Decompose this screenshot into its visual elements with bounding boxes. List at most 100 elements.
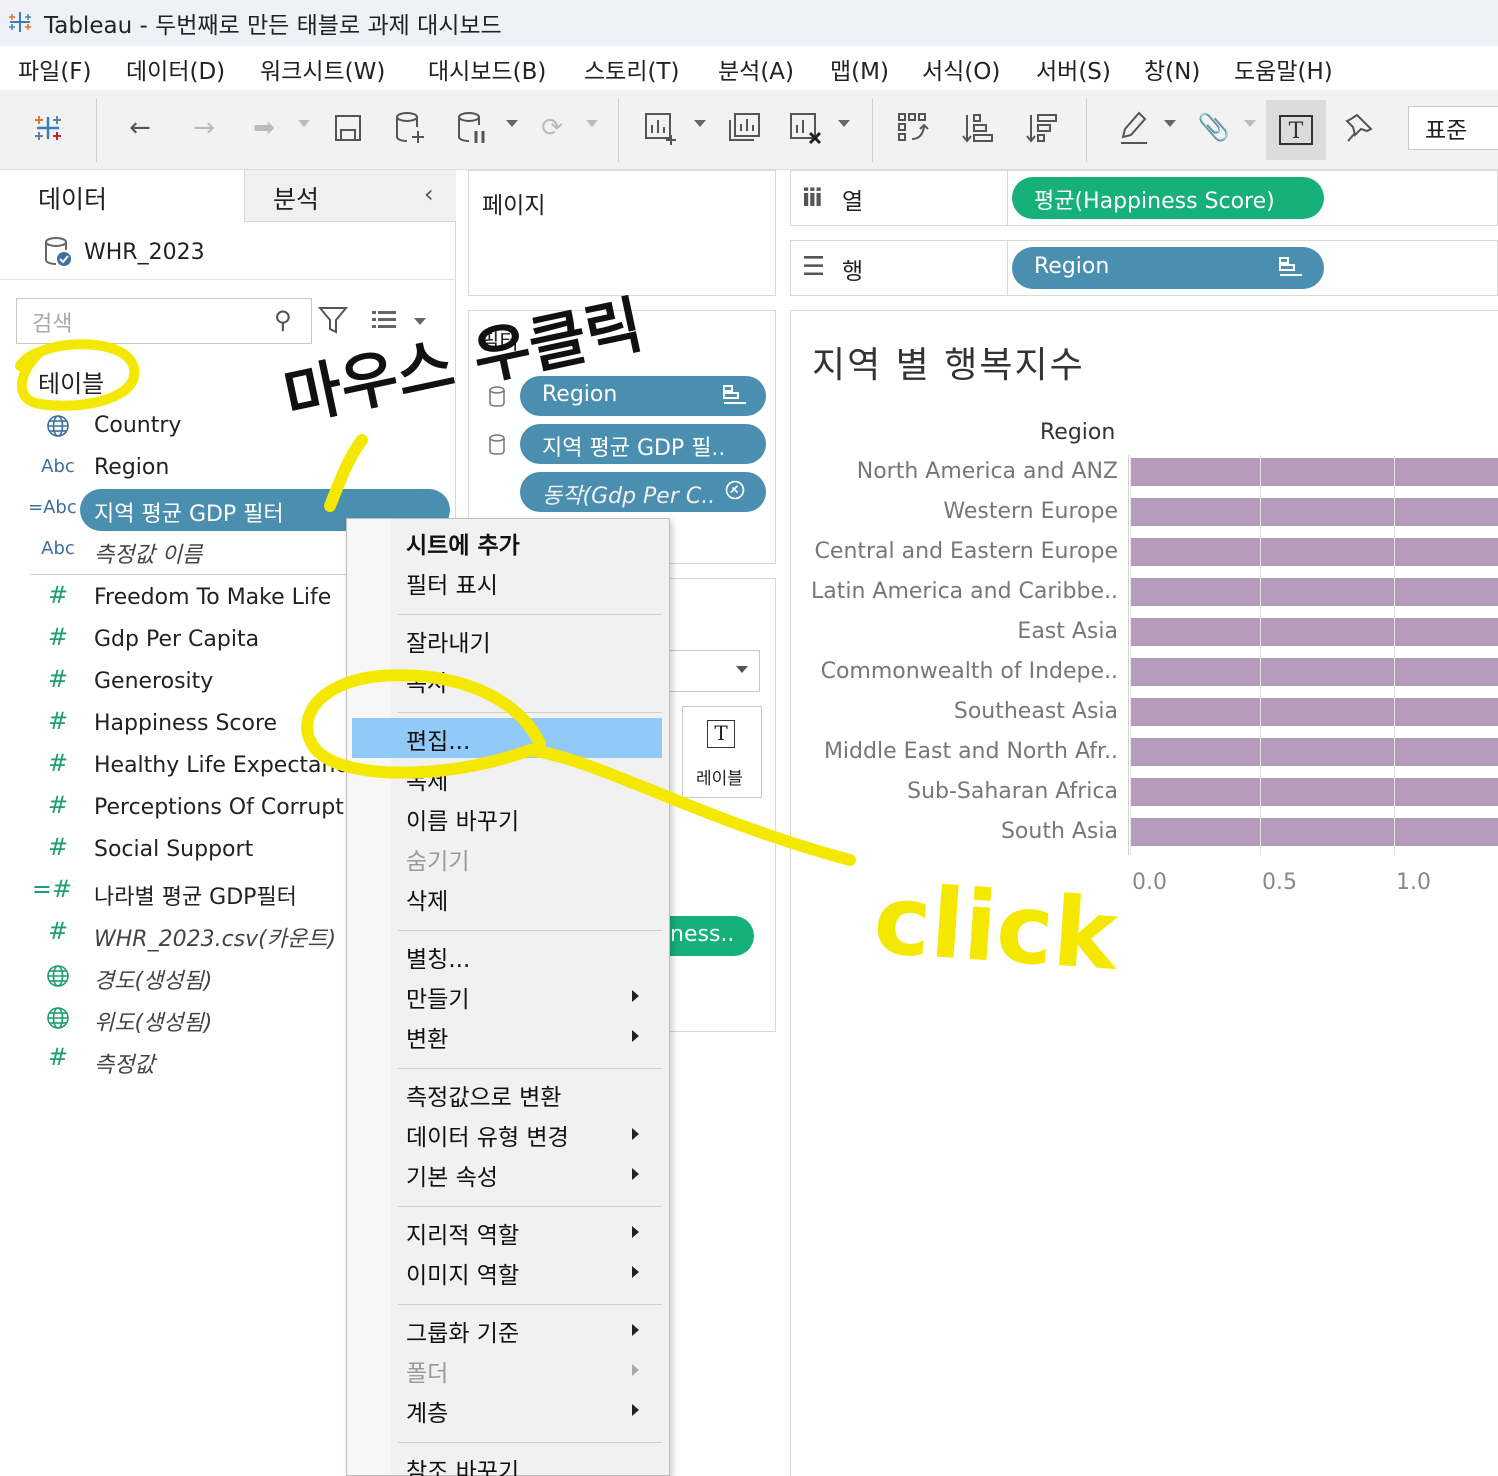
bar[interactable] (1130, 538, 1498, 566)
context-menu-item[interactable]: 잘라내기 (406, 624, 491, 658)
save-icon[interactable] (326, 106, 370, 150)
field-label: Healthy Life Expectancy (94, 753, 361, 778)
number-icon: # (47, 1043, 69, 1071)
field-label: WHR_2023.csv(카운트) (94, 927, 337, 952)
bar[interactable] (1130, 458, 1498, 486)
abc-icon: Abc (41, 456, 75, 477)
context-menu-item: 폴더 (406, 1361, 449, 1387)
datasource-small-icon (489, 386, 505, 407)
bar[interactable] (1130, 818, 1498, 846)
menu-file[interactable]: 파일(F) (18, 52, 92, 86)
search-icon[interactable]: ⚲ (274, 306, 292, 334)
paperclip-icon[interactable]: 📎 (1192, 106, 1236, 150)
filter-icon[interactable] (318, 304, 348, 336)
context-menu-item[interactable]: 측정값으로 변환 (406, 1078, 561, 1112)
menu-separator (398, 1304, 662, 1305)
context-menu-item[interactable]: 복사 (406, 664, 448, 698)
rows-icon: ☰ (802, 252, 826, 282)
menu-dashboard[interactable]: 대시보드(B) (428, 52, 546, 86)
category-label: Central and Eastern Europe (814, 539, 1118, 564)
bar[interactable] (1130, 658, 1498, 686)
menu-data[interactable]: 데이터(D) (126, 52, 225, 86)
field-label: 경도(생성됨) (94, 969, 213, 994)
tableau-home-icon[interactable] (26, 106, 70, 150)
columns-pill[interactable]: 평균(Happiness Score) (1012, 177, 1324, 219)
submenu-arrow-icon (632, 1030, 639, 1042)
context-menu-item[interactable]: 별칭... (406, 940, 470, 974)
number-icon: # (47, 581, 69, 609)
bar[interactable] (1130, 498, 1498, 526)
submenu-arrow-icon (632, 1226, 639, 1238)
dimension-measure-divider (30, 574, 360, 575)
new-datasource-icon[interactable] (388, 106, 432, 150)
bar[interactable] (1130, 578, 1498, 606)
menu-map[interactable]: 맵(M) (830, 52, 889, 86)
menu-help[interactable]: 도움말(H) (1234, 52, 1333, 86)
context-menu-hover-highlight (352, 718, 662, 758)
sort-ascending-icon[interactable] (956, 106, 1000, 150)
menu-separator (398, 1442, 662, 1443)
sort-descending-icon[interactable] (1020, 106, 1064, 150)
pause-datasource-icon[interactable] (450, 106, 494, 150)
clear-sheet-icon[interactable] (784, 106, 828, 150)
context-menu-item[interactable]: 이미지 역할 (406, 1256, 519, 1290)
pin-icon[interactable] (1338, 106, 1382, 150)
context-menu-item[interactable]: 복제 (406, 762, 448, 796)
filter-pill-region-gdp[interactable]: 지역 평균 GDP 필.. (520, 424, 766, 464)
text-label-icon: T (707, 720, 735, 748)
action-link-icon (725, 480, 745, 500)
undo-icon[interactable]: ← (118, 106, 162, 150)
pill-label: Region (542, 382, 618, 407)
bar[interactable] (1130, 698, 1498, 726)
submenu-arrow-icon (632, 1266, 639, 1278)
context-menu-item[interactable]: 변환 (406, 1020, 448, 1054)
fit-dropdown[interactable]: 표준 (1408, 106, 1498, 150)
redo-icon[interactable]: → (182, 106, 226, 150)
context-menu-item[interactable]: 삭제 (406, 882, 448, 916)
replay-icon[interactable]: ➡ (242, 106, 286, 150)
field-country[interactable]: Country (0, 406, 456, 448)
field-label: Perceptions Of Corrupt (94, 795, 344, 820)
menu-worksheet[interactable]: 워크시트(W) (260, 52, 385, 86)
context-menu-item[interactable]: 참조 바꾸기... (406, 1452, 541, 1476)
chevron-down-icon[interactable] (736, 666, 748, 673)
datasource-icon (45, 237, 71, 266)
context-menu-item[interactable]: 편집... (406, 722, 470, 756)
menu-window[interactable]: 창(N) (1144, 52, 1200, 86)
context-menu-item[interactable]: 시트에 추가 (406, 526, 520, 560)
menu-analysis[interactable]: 분석(A) (718, 52, 794, 86)
category-label: Southeast Asia (953, 699, 1118, 724)
view-dropdown-caret-icon[interactable] (414, 318, 426, 325)
new-worksheet-icon[interactable] (638, 106, 682, 150)
globe-icon (36, 414, 80, 443)
submenu-arrow-icon (632, 1168, 639, 1180)
context-menu-item[interactable]: 필터 표시 (406, 566, 498, 600)
field-label: Region (94, 455, 170, 480)
swap-rows-columns-icon[interactable] (892, 106, 936, 150)
context-menu-item[interactable]: 이름 바꾸기 (406, 802, 519, 836)
show-labels-icon[interactable]: T (1266, 100, 1326, 160)
filter-pill-region[interactable]: Region (520, 376, 766, 416)
datasource-name[interactable]: WHR_2023 (84, 240, 205, 265)
view-list-icon[interactable] (370, 308, 398, 332)
context-menu-item[interactable]: 그룹화 기준 (406, 1314, 519, 1348)
collapse-pane-icon[interactable]: ‹ (424, 180, 434, 208)
context-menu-item[interactable]: 기본 속성 (406, 1158, 498, 1192)
field-region[interactable]: Abc Region (0, 448, 456, 490)
bar[interactable] (1130, 618, 1498, 646)
menu-server[interactable]: 서버(S) (1036, 52, 1111, 86)
context-menu-item[interactable]: 데이터 유형 변경 (406, 1118, 569, 1152)
bar[interactable] (1130, 778, 1498, 806)
filter-pill-action[interactable]: 동작(Gdp Per C.. (520, 472, 766, 512)
context-menu-item[interactable]: 지리적 역할 (406, 1216, 519, 1250)
highlight-icon[interactable] (1112, 106, 1156, 150)
category-label: Western Europe (943, 499, 1118, 524)
menu-format[interactable]: 서식(O) (922, 52, 1000, 86)
context-menu-item[interactable]: 만들기 (406, 980, 469, 1014)
context-menu-item[interactable]: 계층 (406, 1394, 448, 1428)
duplicate-sheet-icon[interactable] (722, 106, 766, 150)
bar[interactable] (1130, 738, 1498, 766)
menu-story[interactable]: 스토리(T) (584, 52, 679, 86)
refresh-icon[interactable]: ⟳ (530, 106, 574, 150)
tab-data[interactable]: 데이터 (0, 170, 244, 222)
